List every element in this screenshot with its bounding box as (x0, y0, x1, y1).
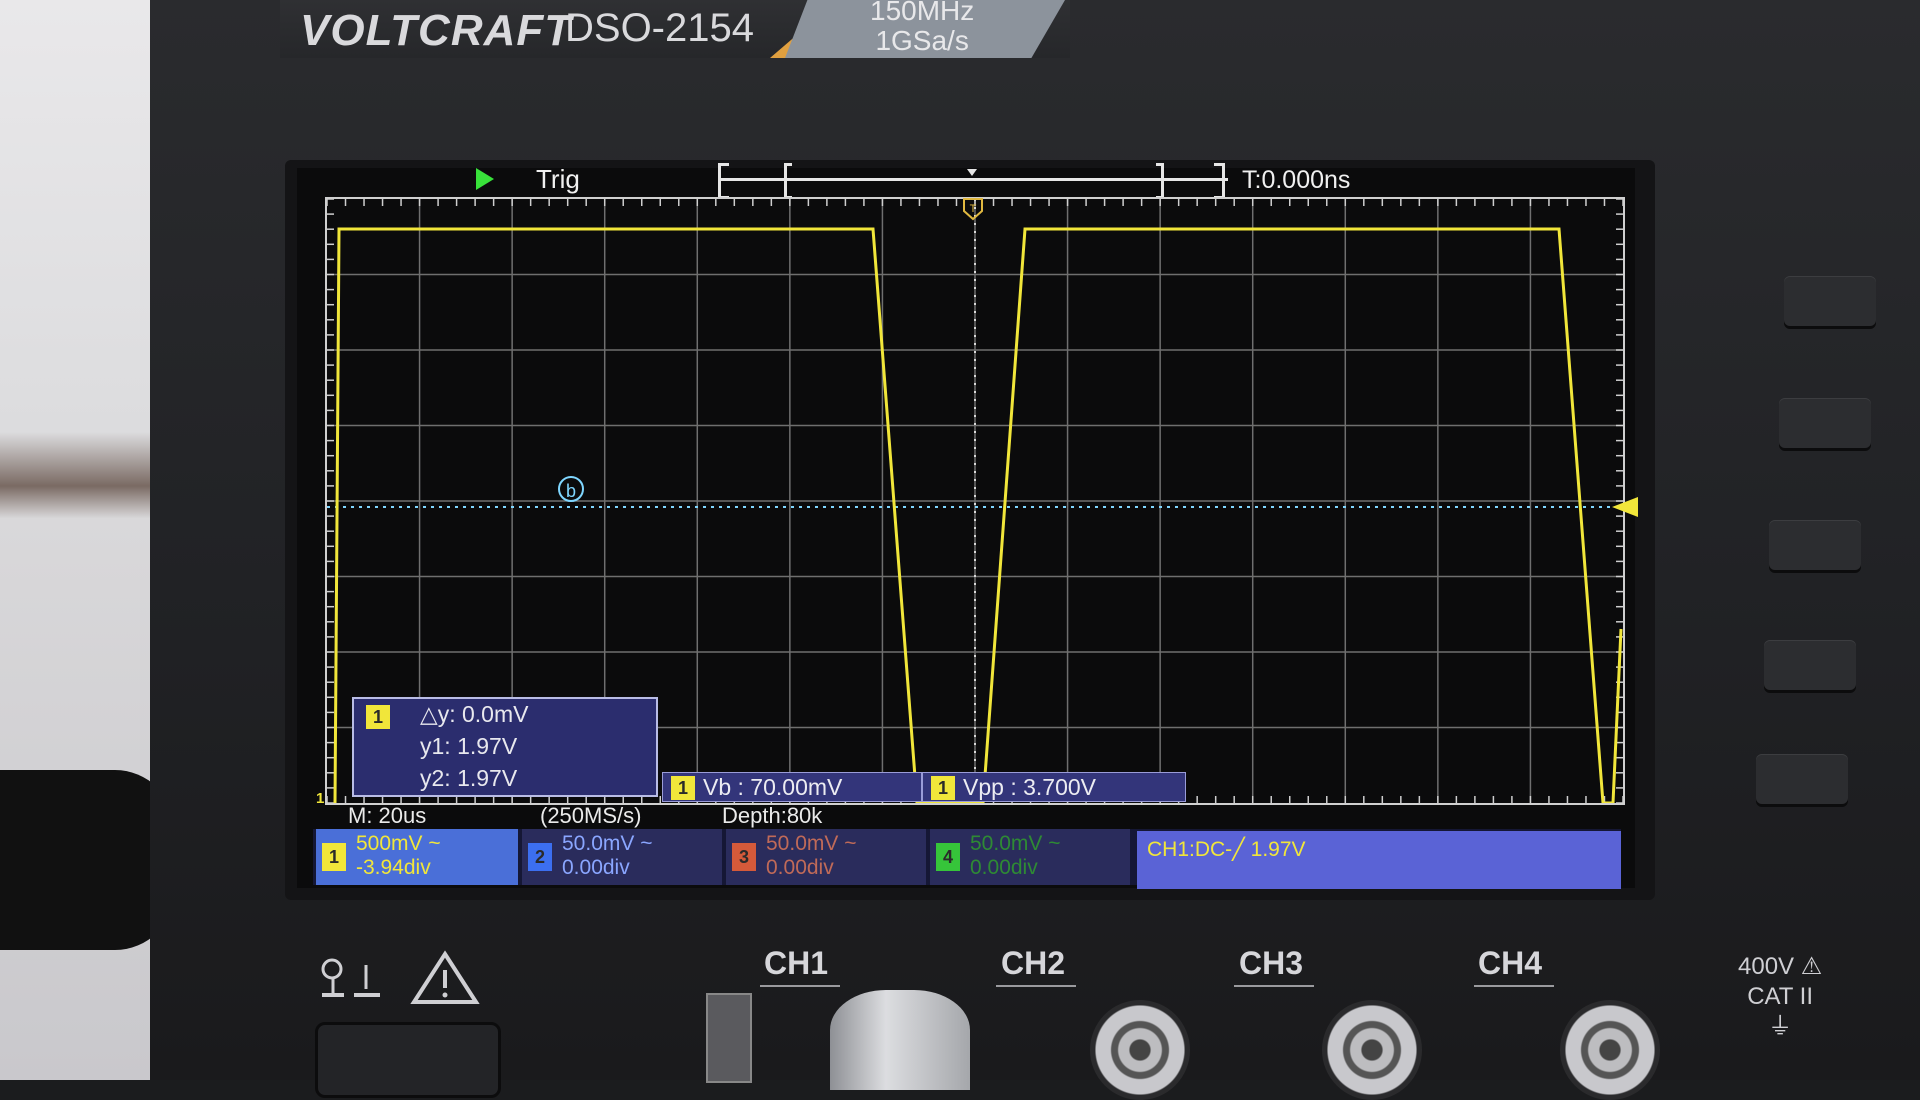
channel-1-scale: 500mV ~ (356, 832, 441, 855)
channel-2-scale: 50.0mV ~ (562, 832, 653, 855)
channel-2-values: 50.0mV ~ 0.00div (562, 832, 652, 880)
ground-symbol-icon (321, 958, 380, 997)
channel-3-badge: 3 (732, 843, 756, 871)
measurement-channel-badge: 1 (931, 776, 955, 800)
ch1-ground-marker: 1 (316, 790, 325, 807)
measurement-value: Vb : 70.00mV (703, 774, 843, 800)
trigger-position-icon: T (963, 198, 983, 221)
channel-4-values: 50.0mV ~ 0.00div (970, 832, 1060, 880)
ch1-input-label: CH1 (764, 945, 829, 981)
channel-2-offset: 0.00div (562, 856, 630, 879)
channel-1-badge: 1 (322, 843, 346, 871)
ch2-input-label: CH2 (1001, 945, 1066, 981)
measurement-vpp: 1 Vpp : 3.700V (922, 772, 1186, 802)
usb-port[interactable] (706, 993, 752, 1083)
power-cable (0, 770, 175, 950)
channel-4-offset: 0.00div (970, 856, 1038, 879)
trigger-setting: CH1:DC-╱ 1.97V (1147, 838, 1306, 861)
memory-bracket-left (718, 163, 729, 199)
ch1-probe-connector[interactable] (830, 990, 970, 1090)
channel-3-status[interactable]: 3 50.0mV ~ 0.00div (726, 829, 926, 885)
memory-position-bar (718, 163, 1228, 199)
warning-icon: ⚠ (1794, 953, 1823, 980)
channel-4-badge: 4 (936, 843, 960, 871)
ch2-bnc-connector[interactable] (1090, 1000, 1190, 1100)
cursor-channel-badge: 1 (366, 705, 390, 729)
sample-rate: (250MS/s) (540, 803, 642, 828)
model-name: DSO-2154 (565, 6, 754, 50)
measurement-value: Vpp : 3.700V (963, 774, 1096, 800)
memory-bar-line (718, 178, 1228, 181)
rating-voltage: 400V (1738, 953, 1795, 980)
power-button[interactable] (315, 1022, 501, 1098)
play-icon (476, 168, 494, 190)
ch4-label-underline (1474, 985, 1554, 987)
spec-bandwidth: 150MHz (870, 0, 975, 26)
channel-4-scale: 50.0mV ~ (970, 832, 1061, 855)
ch4-input-label: CH4 (1478, 945, 1543, 981)
measurement-vb: 1 Vb : 70.00mV (662, 772, 922, 802)
softkey-f1-button[interactable] (1784, 276, 1876, 326)
svg-text:T: T (970, 203, 977, 215)
channel-3-values: 50.0mV ~ 0.00div (766, 832, 856, 880)
channel-4-status[interactable]: 4 50.0mV ~ 0.00div (930, 829, 1130, 885)
spec-text: 150MHz 1GSa/s (870, 0, 974, 56)
timebase-main: M: 20us (348, 803, 427, 828)
cursor-label-icon: b (558, 476, 584, 502)
brand-logo: VOLTCRAFT (300, 6, 573, 55)
channel-2-badge: 2 (528, 843, 552, 871)
warning-icon (410, 950, 480, 1004)
softkey-f5-button[interactable] (1756, 754, 1848, 804)
cursor-y1: y1: 1.97V (420, 733, 518, 759)
channel-1-offset: -3.94div (356, 856, 431, 879)
trigger-point-marker (967, 169, 977, 176)
ch3-label-underline (1234, 985, 1314, 987)
channel-2-status[interactable]: 2 50.0mV ~ 0.00div (522, 829, 722, 885)
spec-samplerate: 1GSa/s (875, 25, 969, 56)
ch4-bnc-connector[interactable] (1560, 1000, 1660, 1100)
measurement-channel-badge: 1 (671, 776, 695, 800)
channel-3-offset: 0.00div (766, 856, 834, 879)
earth-ground-icon: ⏚ (1768, 1013, 1793, 1040)
channel-1-values: 500mV ~ -3.94div (356, 832, 441, 880)
memory-bracket-right (1214, 163, 1225, 199)
cursor-readout-panel: 1 △y: 0.0mV y1: 1.97V y2: 1.97V (352, 697, 658, 797)
rating-category: CAT II (1747, 983, 1814, 1010)
trigger-setting-panel[interactable]: CH1:DC-╱ 1.97V (1137, 831, 1621, 889)
trigger-time-offset: T:0.000ns (1242, 166, 1351, 194)
cursor-y2: y2: 1.97V (420, 765, 518, 791)
input-rating: 400V ⚠ CAT II ⏚ (1738, 952, 1822, 1042)
trigger-status: Trig (536, 164, 580, 194)
channel-1-status[interactable]: 1 500mV ~ -3.94div (316, 829, 518, 885)
cursor-delta-y: △y: 0.0mV (420, 701, 529, 727)
ch1-trigger-level-icon (1612, 497, 1638, 517)
softkey-f2-button[interactable] (1779, 398, 1871, 448)
ch3-input-label: CH3 (1239, 945, 1304, 981)
ch1-label-underline (760, 985, 840, 987)
view-bracket-right (1156, 163, 1164, 199)
ch2-label-underline (996, 985, 1076, 987)
ch3-bnc-connector[interactable] (1322, 1000, 1422, 1100)
view-bracket-left (784, 163, 792, 199)
softkey-f3-button[interactable] (1769, 520, 1861, 570)
softkey-f4-button[interactable] (1764, 640, 1856, 690)
memory-depth: Depth:80k (722, 803, 823, 828)
channel-3-scale: 50.0mV ~ (766, 832, 857, 855)
